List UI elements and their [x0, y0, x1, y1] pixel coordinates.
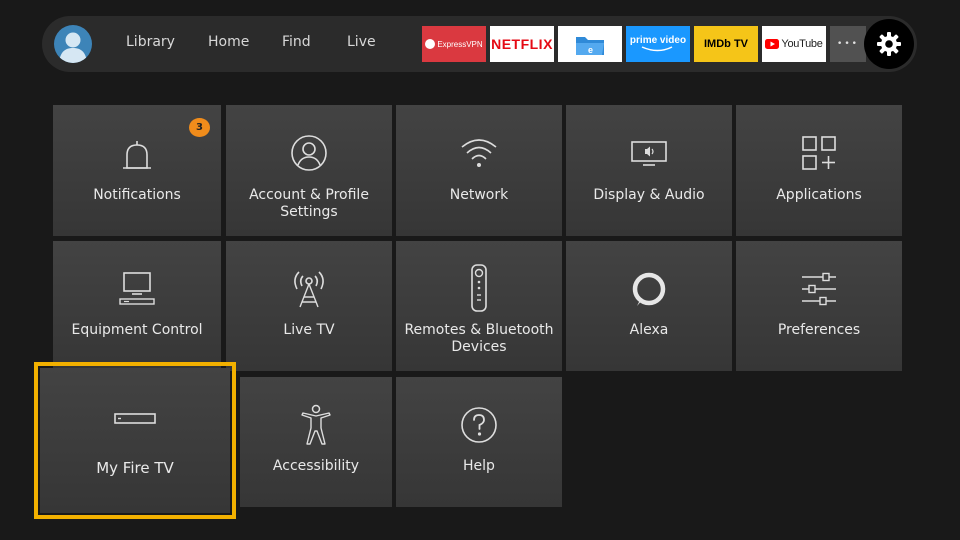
prime-smile-icon [641, 46, 673, 52]
app-imdb-tv[interactable]: IMDb TV [694, 26, 758, 62]
notification-count-badge: 3 [189, 118, 210, 137]
help-icon [461, 407, 497, 443]
app-netflix-label: NETFLIX [491, 36, 553, 52]
focus-highlight [34, 362, 236, 519]
settings-tile-preferences[interactable]: Preferences [736, 241, 902, 371]
settings-tile-account-profile[interactable]: Account & Profile Settings [226, 105, 392, 236]
display-audio-icon [631, 141, 667, 166]
sliders-icon [802, 272, 836, 306]
apps-icon [802, 136, 836, 170]
app-youtube-label: YouTube [781, 38, 823, 50]
expressvpn-logo-icon [425, 39, 436, 49]
settings-tile-label: Live TV [283, 322, 335, 338]
settings-tile-live-tv[interactable]: Live TV [226, 241, 392, 371]
settings-tile-label: Display & Audio [593, 187, 705, 203]
antenna-icon [294, 271, 324, 308]
nav-tab-home[interactable]: Home [208, 34, 249, 50]
settings-tile-applications[interactable]: Applications [736, 105, 902, 236]
more-apps-button[interactable]: ••• [830, 26, 866, 62]
settings-tile-notifications[interactable]: 3 Notifications [53, 105, 221, 236]
settings-tile-equipment-control[interactable]: Equipment Control [53, 241, 221, 371]
profile-avatar[interactable] [54, 25, 92, 63]
settings-tile-remotes-bluetooth[interactable]: Remotes & Bluetooth Devices [396, 241, 562, 371]
app-prime-video[interactable]: prime video [626, 26, 690, 62]
nav-tab-live[interactable]: Live [347, 34, 376, 50]
user-icon [291, 135, 327, 171]
app-prime-video-label: prime video [629, 35, 687, 46]
settings-tile-label: Help [463, 458, 495, 474]
settings-tile-label: Alexa [629, 322, 669, 338]
app-imdb-tv-label: IMDb TV [704, 38, 748, 50]
nav-tab-find[interactable]: Find [282, 34, 311, 50]
settings-tile-label: Network [449, 187, 509, 203]
settings-tile-label: Account & Profile Settings [249, 187, 369, 220]
settings-tile-label: Accessibility [272, 458, 360, 474]
app-es-file-explorer[interactable]: e [558, 26, 622, 62]
profile-avatar-icon [59, 32, 87, 63]
settings-tile-display-audio[interactable]: Display & Audio [566, 105, 732, 236]
app-expressvpn[interactable]: ExpressVPN [422, 26, 486, 62]
app-netflix[interactable]: NETFLIX [490, 26, 554, 62]
settings-tile-label: Equipment Control [71, 322, 203, 338]
es-file-explorer-logo-icon: e [576, 37, 604, 55]
gear-icon [877, 32, 901, 56]
settings-tile-label: Remotes & Bluetooth Devices [404, 322, 554, 355]
remote-icon [471, 264, 487, 312]
settings-tile-label: Preferences [777, 322, 861, 338]
settings-tile-accessibility[interactable]: Accessibility [240, 377, 392, 507]
youtube-logo-icon [765, 39, 780, 49]
app-youtube[interactable]: YouTube [762, 26, 826, 62]
settings-tile-network[interactable]: Network [396, 105, 562, 236]
svg-text:e: e [588, 45, 593, 55]
alexa-icon [632, 272, 666, 306]
settings-gear-button[interactable] [864, 19, 914, 69]
settings-tile-help[interactable]: Help [396, 377, 562, 507]
settings-tile-label: Applications [776, 187, 862, 203]
top-navigation-bar: Library Home Find Live ExpressVPN NETFLI… [42, 16, 917, 72]
equipment-icon [119, 272, 155, 305]
settings-tile-alexa[interactable]: Alexa [566, 241, 732, 371]
app-expressvpn-label: ExpressVPN [437, 39, 483, 49]
accessibility-icon [301, 404, 331, 445]
more-dots-icon: ••• [837, 39, 859, 49]
nav-tab-library[interactable]: Library [126, 34, 175, 50]
bell-icon [123, 141, 151, 169]
settings-tile-label: Notifications [93, 187, 181, 203]
wifi-icon [461, 139, 497, 167]
